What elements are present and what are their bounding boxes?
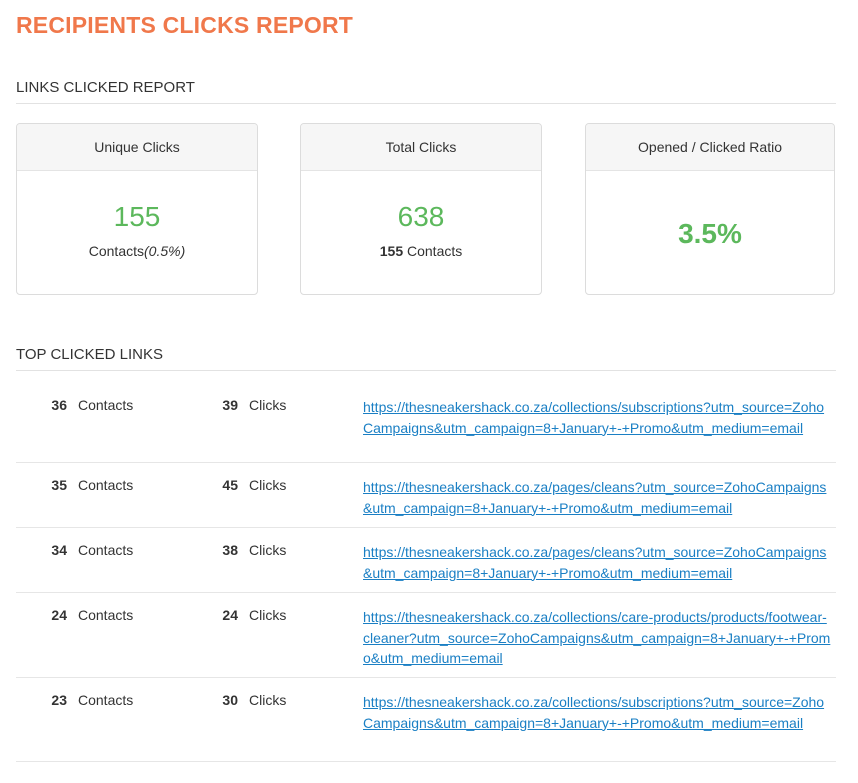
- page-title: RECIPIENTS CLICKS REPORT: [16, 12, 354, 38]
- top-clicked-links-heading: TOP CLICKED LINKS: [16, 346, 836, 371]
- contacts-label: Contacts: [78, 477, 134, 493]
- unique-clicks-card: Unique Clicks 155 Contacts(0.5%): [16, 123, 258, 295]
- opened-clicked-ratio-header: Opened / Clicked Ratio: [586, 124, 834, 171]
- unique-clicks-sub: Contacts(0.5%): [17, 243, 257, 259]
- opened-clicked-ratio-card: Opened / Clicked Ratio 3.5%: [585, 123, 835, 295]
- clicks-count: 45: [222, 477, 238, 493]
- unique-clicks-sub-label: Contacts: [88, 243, 144, 259]
- clicked-link-url[interactable]: https://thesneakershack.co.za/collection…: [363, 397, 833, 438]
- clicked-link-url[interactable]: https://thesneakershack.co.za/pages/clea…: [363, 542, 833, 583]
- total-clicks-sub-label: Contacts: [407, 243, 463, 259]
- clicks-label: Clicks: [249, 542, 287, 558]
- contacts-count: 34: [51, 542, 67, 558]
- clicked-link-url[interactable]: https://thesneakershack.co.za/collection…: [363, 607, 833, 669]
- opened-clicked-ratio-value: 3.5%: [678, 218, 742, 249]
- clicked-link-url[interactable]: https://thesneakershack.co.za/pages/clea…: [363, 477, 833, 518]
- table-row: 23 Contacts 30 Clicks https://thesneaker…: [16, 678, 836, 762]
- top-links-table: 36 Contacts 39 Clicks https://thesneaker…: [16, 383, 836, 762]
- table-row: 36 Contacts 39 Clicks https://thesneaker…: [16, 383, 836, 463]
- recipients-clicks-report: RECIPIENTS CLICKS REPORT LINKS CLICKED R…: [0, 0, 858, 783]
- clicks-label: Clicks: [249, 692, 287, 708]
- clicks-count: 30: [222, 692, 238, 708]
- clicked-link-url[interactable]: https://thesneakershack.co.za/collection…: [363, 692, 833, 733]
- total-clicks-value: 638: [397, 201, 445, 232]
- contacts-label: Contacts: [78, 397, 134, 413]
- total-clicks-card: Total Clicks 638 155 Contacts: [300, 123, 542, 295]
- clicks-count: 24: [222, 607, 238, 623]
- table-row: 24 Contacts 24 Clicks https://thesneaker…: [16, 593, 836, 678]
- total-clicks-sub: 155 Contacts: [301, 243, 541, 259]
- contacts-label: Contacts: [78, 692, 134, 708]
- unique-clicks-sub-percent: (0.5%): [144, 243, 186, 259]
- contacts-count: 23: [51, 692, 67, 708]
- contacts-count: 36: [51, 397, 67, 413]
- total-clicks-sub-count: 155: [379, 243, 404, 259]
- contacts-count: 35: [51, 477, 67, 493]
- unique-clicks-value: 155: [113, 201, 161, 232]
- clicks-label: Clicks: [249, 477, 287, 493]
- total-clicks-header: Total Clicks: [301, 124, 541, 171]
- clicks-count: 39: [222, 397, 238, 413]
- contacts-label: Contacts: [78, 607, 134, 623]
- table-row: 34 Contacts 38 Clicks https://thesneaker…: [16, 528, 836, 593]
- unique-clicks-header: Unique Clicks: [17, 124, 257, 171]
- clicks-count: 38: [222, 542, 238, 558]
- contacts-count: 24: [51, 607, 67, 623]
- links-clicked-heading: LINKS CLICKED REPORT: [16, 79, 836, 104]
- clicks-label: Clicks: [249, 607, 287, 623]
- contacts-label: Contacts: [78, 542, 134, 558]
- table-row: 35 Contacts 45 Clicks https://thesneaker…: [16, 463, 836, 528]
- clicks-label: Clicks: [249, 397, 287, 413]
